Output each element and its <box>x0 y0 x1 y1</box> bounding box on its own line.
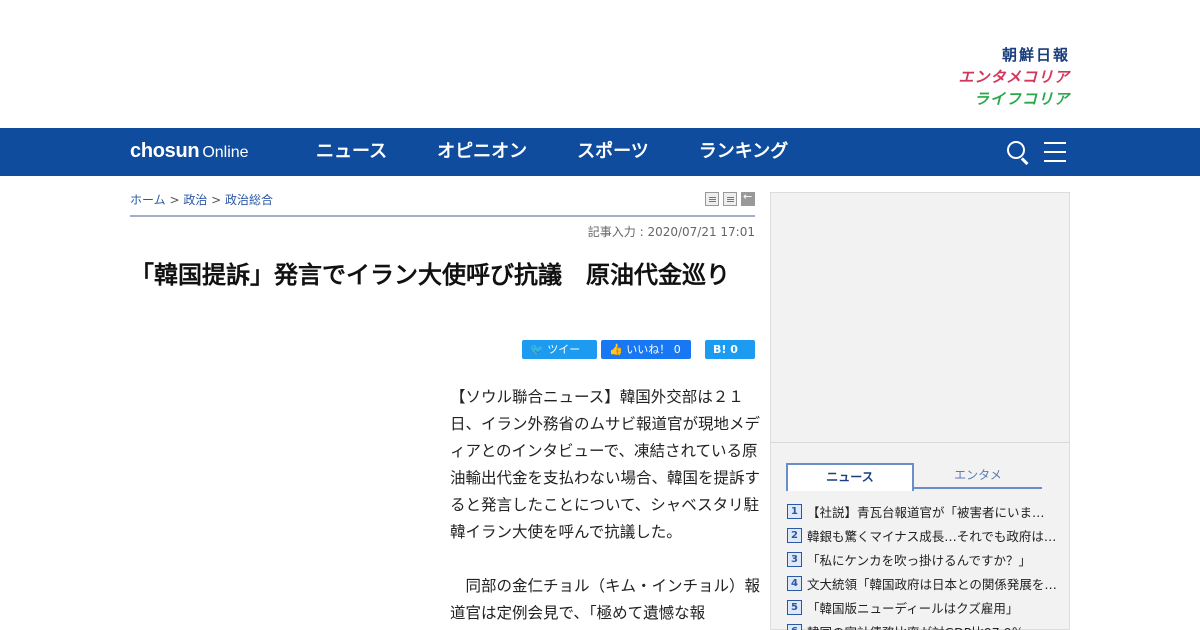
top-header: 朝鮮日報 エンタメコリア ライフコリア <box>0 0 1200 128</box>
print-icon[interactable] <box>705 192 719 206</box>
ranking-title: 韓国の家計債務比率が対GDP比97.9％ <box>807 622 1024 630</box>
nav-item-opinion[interactable]: オピニオン <box>437 128 527 176</box>
hatena-bookmark-button[interactable]: B! 0 <box>705 340 755 359</box>
breadcrumb-row: ホーム > 政治 > 政治総合 <box>130 176 755 217</box>
nav-menu: ニュース オピニオン スポーツ ランキング <box>316 128 838 176</box>
rank-number: 5 <box>787 599 802 615</box>
ranking-item[interactable]: 6 韓国の家計債務比率が対GDP比97.9％ <box>787 619 1057 630</box>
hamburger-menu-icon[interactable] <box>1044 142 1066 162</box>
list-icon[interactable] <box>723 192 737 206</box>
brand-chosunilbo-link[interactable]: 朝鮮日報 <box>958 44 1070 66</box>
nav-item-news[interactable]: ニュース <box>316 128 387 176</box>
logo-main: chosun <box>130 140 200 162</box>
tab-news[interactable]: ニュース <box>786 463 914 491</box>
like-label: いいね！ 0 <box>626 343 681 356</box>
brand-links: 朝鮮日報 エンタメコリア ライフコリア <box>958 44 1070 110</box>
rank-number: 4 <box>787 575 802 591</box>
ranking-title: 「韓国版ニューディールはクズ雇用」 <box>807 600 1019 616</box>
ranking-title: 文大統領「韓国政府は日本との関係発展を望む」 <box>807 576 1057 592</box>
article-date: 記事入力 : 2020/07/21 17:01 <box>587 225 755 239</box>
tweet-label: ツイート <box>530 343 581 375</box>
ranking-tabs: ニュース エンタメ <box>786 463 1042 491</box>
site-logo[interactable]: chosun Online <box>130 140 249 163</box>
ranking-item[interactable]: 4 文大統領「韓国政府は日本との関係発展を望む」 <box>787 571 1057 595</box>
rank-number: 1 <box>787 503 802 519</box>
ranking-title: 【社説】青瓦台報道官が「被害者にいまだに謝罪していない」 <box>807 504 1057 520</box>
brand-life-korea-link[interactable]: ライフコリア <box>958 88 1070 110</box>
breadcrumb-politics[interactable]: 政治 <box>183 193 207 207</box>
ranking-item[interactable]: 1 【社説】青瓦台報道官が「被害者にいまだに謝罪していない」 <box>787 499 1057 523</box>
rank-number: 6 <box>787 623 802 630</box>
ranking-item[interactable]: 3 「私にケンカを吹っ掛けるんですか？」 <box>787 547 1057 571</box>
breadcrumb-separator: > <box>165 193 184 207</box>
brand-entame-korea-link[interactable]: エンタメコリア <box>958 66 1070 88</box>
article-body: 【ソウル聯合ニュース】韓国外交部は２１日、イラン外務省のムサビ報道官が現地メディ… <box>450 384 760 630</box>
nav-item-ranking[interactable]: ランキング <box>699 128 788 176</box>
rank-number: 3 <box>787 551 802 567</box>
main-nav: chosun Online ニュース オピニオン スポーツ ランキング <box>0 128 1200 176</box>
article-headline: 「韓国提訴」発言でイラン大使呼び抗議 原油代金巡り <box>130 261 730 289</box>
ranking-title: 韓銀も驚くマイナス成長…それでも政府は楽観論 <box>807 528 1057 544</box>
tweet-button[interactable]: 🐦 ツイート <box>522 340 597 375</box>
back-icon[interactable] <box>741 190 755 206</box>
tab-entame[interactable]: エンタメ <box>914 463 1042 489</box>
article: ホーム > 政治 > 政治総合 記事入力 : 2020/07/21 17:01 … <box>130 176 760 622</box>
nav-icons <box>1006 140 1066 165</box>
breadcrumb-politics-general[interactable]: 政治総合 <box>225 193 273 207</box>
share-buttons: 🐦 ツイート 👍 いいね！ 0 B! 0 <box>518 340 755 375</box>
breadcrumb-separator: > <box>207 193 226 207</box>
rank-number: 2 <box>787 527 802 543</box>
ranking-list: 1 【社説】青瓦台報道官が「被害者にいまだに謝罪していない」 2 韓銀も驚くマイナス… <box>787 499 1057 630</box>
logo-sub: Online <box>202 144 249 161</box>
article-paragraph: 【ソウル聯合ニュース】韓国外交部は２１日、イラン外務省のムサビ報道官が現地メディ… <box>450 388 761 541</box>
breadcrumb-home[interactable]: ホーム <box>130 193 166 207</box>
breadcrumb: ホーム > 政治 > 政治総合 <box>130 191 273 208</box>
search-icon[interactable] <box>1006 140 1030 165</box>
sidebar: ニュース エンタメ 1 【社説】青瓦台報道官が「被害者にいまだに謝罪していない」 … <box>770 192 1070 630</box>
like-button[interactable]: 👍 いいね！ 0 <box>601 340 691 359</box>
ranking-item[interactable]: 5 「韓国版ニューディールはクズ雇用」 <box>787 595 1057 619</box>
nav-item-sports[interactable]: スポーツ <box>577 128 649 176</box>
ranking-item[interactable]: 2 韓銀も驚くマイナス成長…それでも政府は楽観論 <box>787 523 1057 547</box>
ranking-title: 「私にケンカを吹っ掛けるんですか？」 <box>807 552 1032 568</box>
article-tools <box>701 190 755 206</box>
article-paragraph: 同部の金仁チョル（キム・インチョル）報道官は定例会見で、「極めて遺憾な報 <box>450 577 761 622</box>
ad-slot <box>771 193 1069 443</box>
